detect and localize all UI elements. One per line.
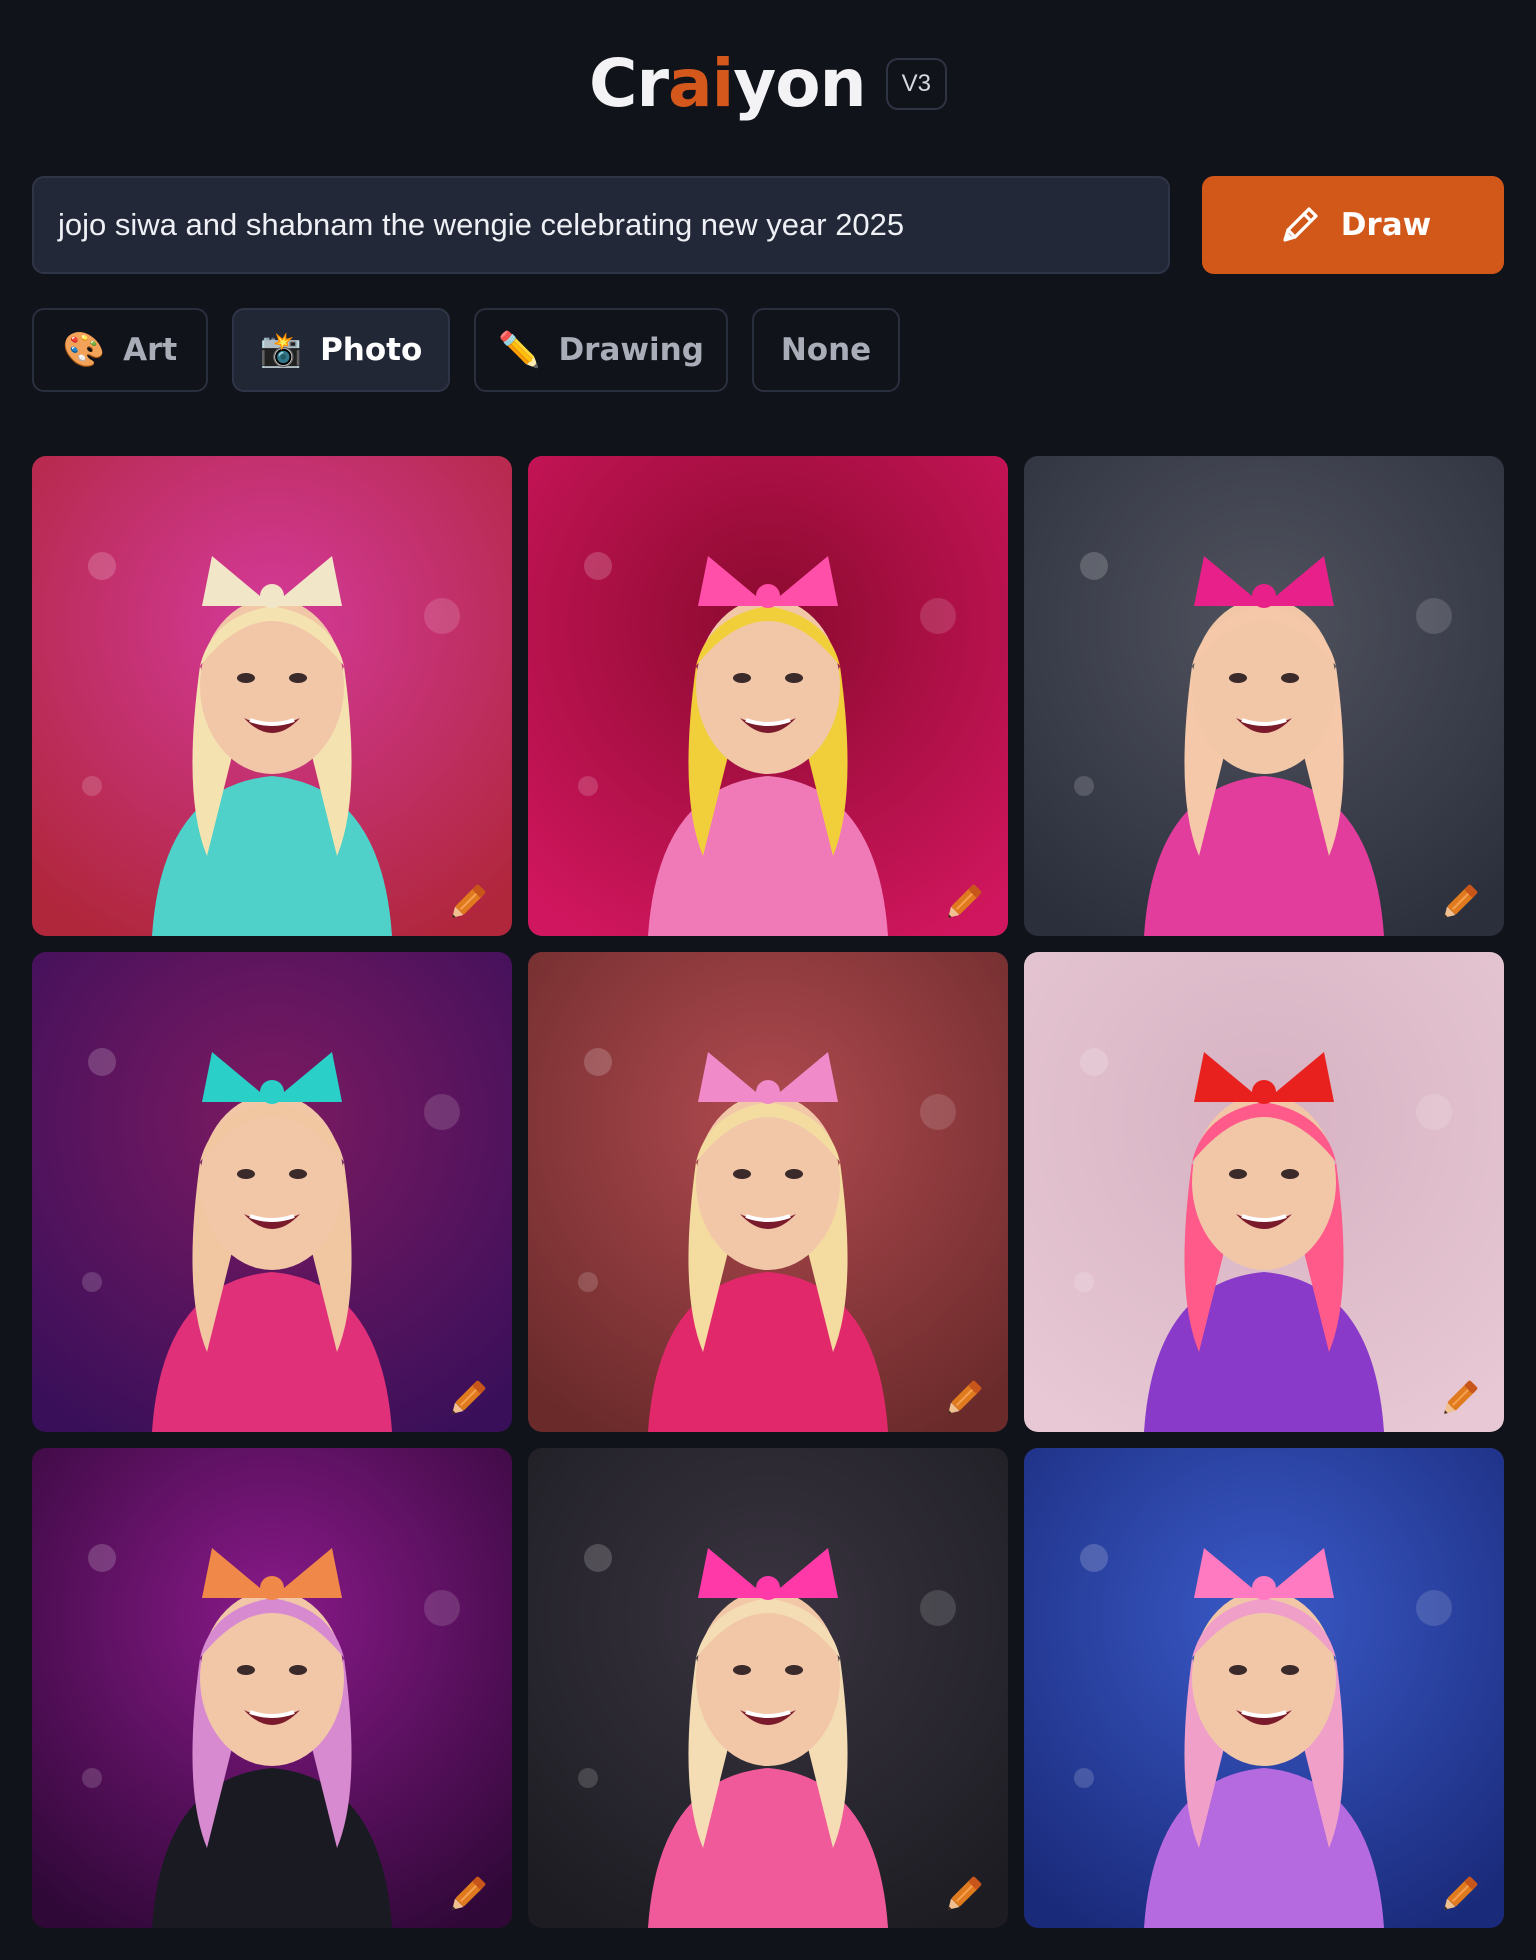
craiyon-logo[interactable]: Craiyon <box>589 51 867 117</box>
edit-pencil-icon[interactable] <box>944 1866 992 1914</box>
style-chip-none[interactable]: None <box>752 308 900 392</box>
header: Craiyon V3 <box>0 44 1536 124</box>
edit-pencil-icon[interactable] <box>1440 874 1488 922</box>
palette-icon: 🎨 <box>62 330 106 370</box>
generated-image-art <box>1024 952 1504 1432</box>
edit-pencil-icon[interactable] <box>1440 1370 1488 1418</box>
style-chip-photo[interactable]: 📸 Photo <box>232 308 450 392</box>
edit-pencil-icon[interactable] <box>448 1866 496 1914</box>
version-badge: V3 <box>885 58 947 110</box>
edit-pencil-icon[interactable] <box>944 874 992 922</box>
prompt-text: jojo siwa and shabnam the wengie celebra… <box>58 207 905 242</box>
camera-flash-icon: 📸 <box>259 330 303 370</box>
style-chip-art[interactable]: 🎨 Art <box>32 308 208 392</box>
style-chip-label: Art <box>123 332 178 368</box>
style-chip-label: Drawing <box>558 332 704 368</box>
generated-image-9[interactable] <box>1024 1448 1504 1928</box>
generated-image-1[interactable] <box>32 456 512 936</box>
edit-pencil-icon[interactable] <box>1440 1866 1488 1914</box>
generated-image-art <box>1024 1448 1504 1928</box>
draw-button[interactable]: Draw <box>1202 176 1504 274</box>
pencil-emoji-icon: ✏️ <box>498 330 541 370</box>
prompt-input[interactable]: jojo siwa and shabnam the wengie celebra… <box>32 176 1170 274</box>
generated-image-art <box>32 952 512 1432</box>
logo-part-accent: ai <box>668 45 734 122</box>
generated-image-8[interactable] <box>528 1448 1008 1928</box>
generated-image-3[interactable] <box>1024 456 1504 936</box>
generated-image-2[interactable] <box>528 456 1008 936</box>
edit-pencil-icon[interactable] <box>448 874 496 922</box>
generated-image-art <box>528 456 1008 936</box>
generated-image-6[interactable] <box>1024 952 1504 1432</box>
logo-part-2: yon <box>733 45 866 122</box>
edit-pencil-icon[interactable] <box>448 1370 496 1418</box>
generated-image-5[interactable] <box>528 952 1008 1432</box>
style-chip-label: Photo <box>320 332 423 368</box>
generated-image-art <box>528 952 1008 1432</box>
generated-image-4[interactable] <box>32 952 512 1432</box>
style-chip-label: None <box>780 332 872 368</box>
generated-image-art <box>528 1448 1008 1928</box>
style-chip-drawing[interactable]: ✏️ Drawing <box>474 308 728 392</box>
pencil-icon <box>1283 207 1318 242</box>
logo-part-1: Cr <box>589 45 669 122</box>
draw-button-label: Draw <box>1340 207 1432 243</box>
edit-pencil-icon[interactable] <box>944 1370 992 1418</box>
generated-image-art <box>1024 456 1504 936</box>
image-grid <box>32 456 1504 1928</box>
generated-image-art <box>32 456 512 936</box>
generated-image-7[interactable] <box>32 1448 512 1928</box>
generated-image-art <box>32 1448 512 1928</box>
